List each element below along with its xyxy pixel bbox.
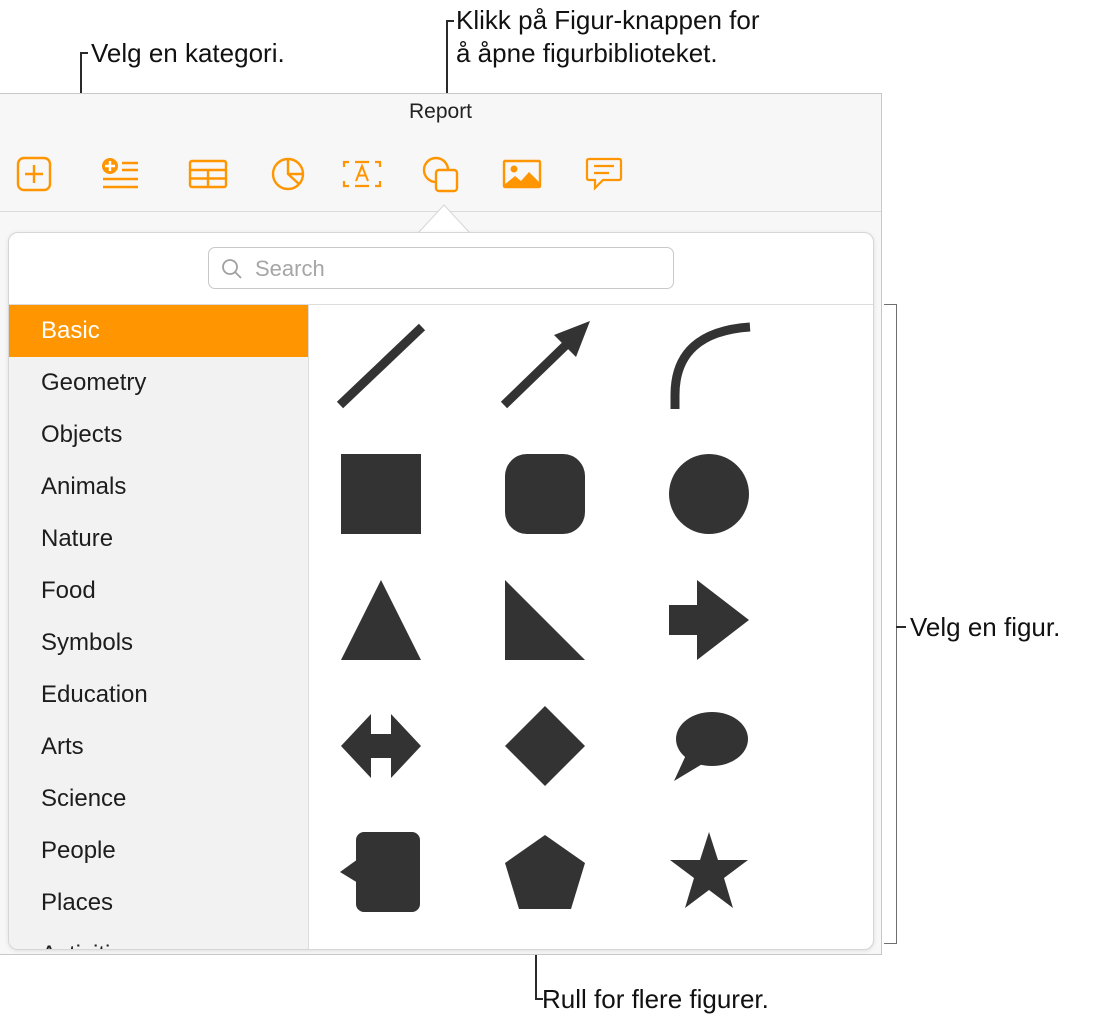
search-field[interactable] [208,247,674,289]
shape-star[interactable] [654,817,764,927]
circle-icon [669,454,749,534]
shape-arrow-line[interactable] [490,311,600,421]
shape-speech-bubble[interactable] [654,691,764,801]
shape-button[interactable] [418,152,462,196]
curve-icon [670,322,751,409]
shape-line[interactable] [326,311,436,421]
media-button[interactable] [500,152,544,196]
callout-choose-shape-leader [896,626,906,628]
speech-bubble-icon [674,712,748,781]
category-item-people[interactable]: People [9,825,308,877]
shape-pentagon[interactable] [490,817,600,927]
square-icon [341,454,421,534]
shape-curve[interactable] [654,311,764,421]
shape-callout-rectangle[interactable] [326,817,436,927]
callout-shape-button-line1: Klikk på Figur-knappen for [456,5,760,35]
double-arrow-icon [341,714,421,778]
category-item-nature[interactable]: Nature [9,513,308,565]
shape-double-arrow[interactable] [326,691,436,801]
table-icon [188,159,228,189]
category-sidebar[interactable]: Basic Geometry Objects Animals Nature Food Sym… [9,305,309,949]
pentagon-icon [505,835,585,909]
shape-square[interactable] [326,439,436,549]
window-title: Report [408,100,473,123]
diamond-icon [505,706,585,786]
category-item-objects[interactable]: Objects [9,409,308,461]
category-item-animals[interactable]: Animals [9,461,308,513]
text-box-icon [342,160,382,188]
text-box-button[interactable] [340,152,384,196]
shape-right-triangle[interactable] [490,565,600,675]
rounded-square-icon [505,454,585,534]
search-input[interactable] [253,253,667,285]
shape-arrow[interactable] [654,565,764,675]
add-page-button[interactable] [12,152,56,196]
callout-category-leader-tick [80,52,88,54]
popover-pointer [418,204,470,234]
shape-triangle[interactable] [326,565,436,675]
shape-diamond[interactable] [490,691,600,801]
category-item-food[interactable]: Food [9,565,308,617]
add-icon [16,156,52,192]
callout-scroll: Rull for flere figurer. [542,984,769,1014]
arrow-icon [669,580,749,660]
shapes-bracket [884,304,897,944]
insert-button[interactable] [98,152,142,196]
category-item-activities[interactable]: Activities [9,929,308,949]
callout-rectangle-icon [340,832,420,912]
right-triangle-icon [505,580,585,660]
comment-button[interactable] [582,152,626,196]
callout-shape-button-leader-tick [446,20,454,22]
comment-icon [585,157,623,191]
shape-icon [422,156,459,193]
arrow-line-icon [500,321,590,409]
shape-circle[interactable] [654,439,764,549]
chart-icon [271,157,305,191]
chart-button[interactable] [266,152,310,196]
media-icon [502,159,542,189]
callout-choose-shape: Velg en figur. [910,612,1061,642]
star-icon [670,832,748,908]
category-item-symbols[interactable]: Symbols [9,617,308,669]
category-item-basic[interactable]: Basic [9,305,308,357]
shape-rounded-square[interactable] [490,439,600,549]
category-item-geometry[interactable]: Geometry [9,357,308,409]
line-icon [336,323,426,409]
callout-shape-button-line2: å åpne figurbiblioteket. [456,38,718,68]
callout-choose-category: Velg en kategori. [91,38,285,68]
table-button[interactable] [186,152,230,196]
triangle-icon [341,580,421,660]
insert-list-icon [102,158,138,189]
category-item-education[interactable]: Education [9,669,308,721]
category-item-places[interactable]: Places [9,877,308,929]
category-item-science[interactable]: Science [9,773,308,825]
search-icon [222,259,242,279]
category-item-arts[interactable]: Arts [9,721,308,773]
shape-library-popover: BasicGeometryObjectsAnimalsNatureFoodSym… [8,232,874,950]
